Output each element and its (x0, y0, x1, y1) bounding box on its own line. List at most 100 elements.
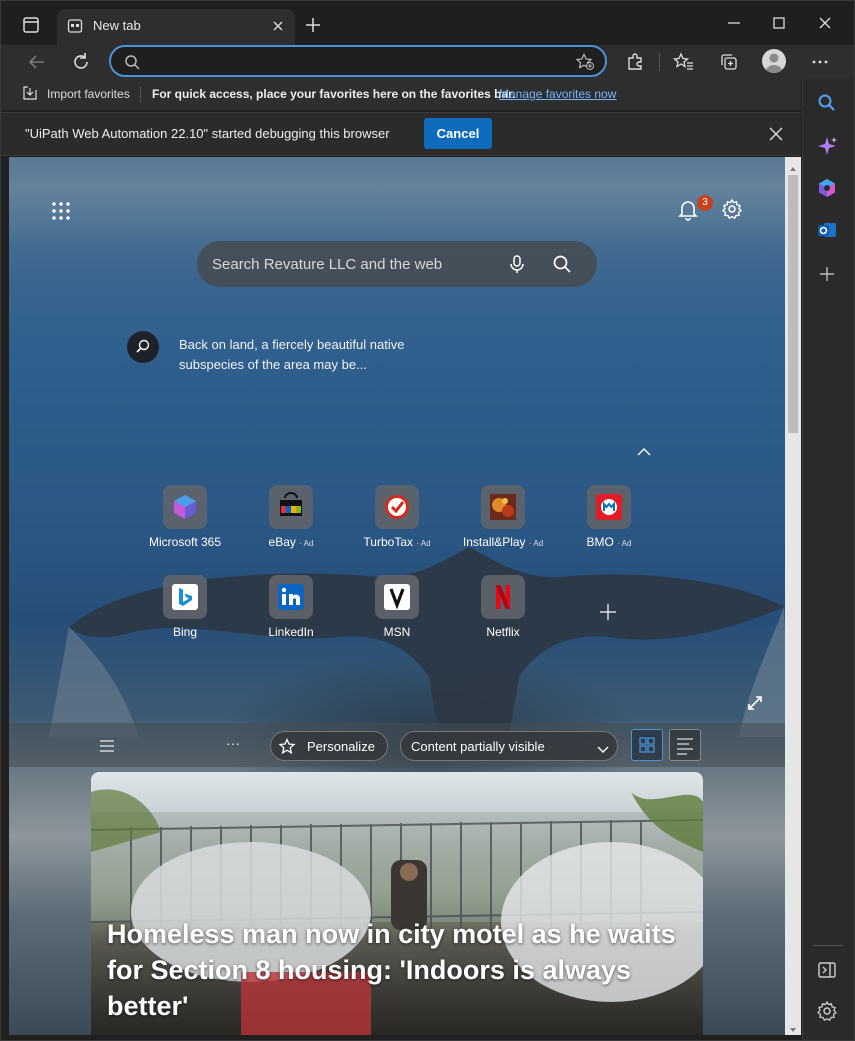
sidebar-settings-gear-icon[interactable] (816, 1000, 838, 1022)
collapse-chevron-up-icon[interactable] (636, 445, 652, 457)
news-card[interactable]: Homeless man now in city motel as he wai… (91, 772, 703, 1035)
close-infobar-icon[interactable] (767, 125, 785, 143)
personalize-button[interactable]: Personalize (270, 731, 388, 761)
chevron-down-icon (597, 742, 609, 753)
install-play-icon (481, 485, 525, 529)
title-bar: New tab (1, 1, 854, 45)
browser-window: New tab Import favorites For quick acces… (0, 0, 855, 1041)
favorites-icon[interactable] (671, 49, 697, 75)
msn-icon (375, 575, 419, 619)
copilot-sparkle-icon[interactable] (816, 135, 838, 157)
favorites-bar: Import favorites For quick access, place… (1, 79, 801, 110)
address-input[interactable] (149, 51, 569, 71)
search-submit-icon[interactable] (551, 253, 573, 275)
maximize-icon[interactable] (767, 11, 791, 35)
web-search-box[interactable]: Search Revature LLC and the web (197, 241, 597, 287)
tile-label: TurboTax · Ad (363, 535, 431, 549)
tile-label: MSN (383, 625, 411, 639)
import-icon (23, 86, 37, 100)
more-options-icon[interactable] (807, 49, 833, 75)
quick-link-linkedin[interactable]: LinkedIn (251, 575, 331, 655)
tile-label: Install&Play · Ad (462, 535, 544, 549)
debugging-infobar: "UiPath Web Automation 22.10" started de… (1, 112, 801, 156)
favorites-bar-message: For quick access, place your favorites h… (152, 87, 516, 101)
minimize-icon[interactable] (722, 11, 746, 35)
page-settings-gear-icon[interactable] (721, 198, 743, 220)
expand-background-icon[interactable] (746, 694, 764, 712)
scroll-down-arrow-icon[interactable] (789, 1021, 797, 1032)
tab-close-icon[interactable] (269, 17, 287, 35)
refresh-icon[interactable] (68, 49, 94, 75)
content-visibility-value: Content partially visible (411, 739, 545, 754)
scrollbar-thumb[interactable] (788, 175, 798, 433)
new-tab-plus-icon[interactable] (303, 15, 323, 35)
tile-label: Bing (172, 625, 198, 639)
notifications-badge: 3 (697, 195, 713, 211)
scroll-up-arrow-icon[interactable] (789, 160, 797, 171)
quick-link-microsoft-365[interactable]: Microsoft 365 (145, 485, 225, 565)
manage-favorites-link[interactable]: Manage favorites now (499, 87, 616, 101)
sidebar-divider (813, 945, 843, 946)
toolbar (1, 45, 854, 79)
image-fact-text[interactable]: Back on land, a fiercely beautiful nativ… (179, 335, 479, 375)
favorites-divider (140, 86, 141, 102)
apps-launcher-icon[interactable] (51, 201, 71, 221)
close-window-icon[interactable] (813, 11, 837, 35)
turbotax-icon (375, 485, 419, 529)
tile-label: BMO · Ad (586, 535, 632, 549)
personalize-star-icon (278, 737, 297, 756)
back-arrow-icon[interactable] (24, 49, 50, 75)
microphone-icon[interactable] (506, 253, 528, 275)
quick-link-bmo[interactable]: BMO · Ad (569, 485, 649, 565)
cancel-debugging-button[interactable]: Cancel (424, 118, 492, 149)
tile-label: eBay · Ad (268, 535, 314, 549)
quick-link-turbotax[interactable]: TurboTax · Ad (357, 485, 437, 565)
search-icon (123, 53, 141, 71)
quick-link-bing[interactable]: Bing (145, 575, 225, 655)
tile-label: LinkedIn (268, 625, 314, 639)
sidebar-search-icon[interactable] (816, 92, 838, 114)
address-bar[interactable] (109, 45, 607, 77)
hide-sidebar-icon[interactable] (816, 959, 838, 981)
add-sidebar-app-plus-icon[interactable] (816, 263, 838, 285)
image-fact-line-2: subspecies of the area may be... (179, 357, 367, 372)
outlook-icon[interactable] (816, 219, 838, 241)
search-placeholder: Search Revature LLC and the web (212, 256, 443, 273)
ebay-icon (269, 485, 313, 529)
extensions-puzzle-icon[interactable] (622, 49, 648, 75)
list-layout-icon[interactable] (669, 729, 701, 761)
page-scrollbar[interactable] (785, 157, 801, 1035)
menu-hamburger-icon[interactable] (99, 739, 115, 752)
collections-icon[interactable] (716, 49, 742, 75)
infobar-message: "UiPath Web Automation 22.10" started de… (25, 126, 390, 141)
office-icon[interactable] (816, 177, 838, 199)
linkedin-icon (269, 575, 313, 619)
bing-icon (163, 575, 207, 619)
add-shortcut-plus-icon[interactable] (597, 601, 619, 623)
tile-label: Microsoft 365 (148, 535, 222, 549)
microsoft-365-icon (163, 485, 207, 529)
personalize-label: Personalize (307, 739, 375, 754)
edge-sidebar (802, 79, 854, 1040)
content-visibility-dropdown[interactable]: Content partially visible (400, 731, 618, 761)
quick-link-ebay[interactable]: eBay · Ad (251, 485, 331, 565)
news-headline[interactable]: Homeless man now in city motel as he wai… (107, 916, 697, 1024)
add-favorite-star-icon[interactable] (575, 53, 595, 71)
grid-layout-icon[interactable] (631, 729, 663, 761)
tab-new-tab[interactable]: New tab (57, 9, 295, 45)
quick-link-install-play[interactable]: Install&Play · Ad (463, 485, 543, 565)
image-fact-line-1: Back on land, a fiercely beautiful nativ… (179, 337, 405, 352)
tile-label: Netflix (486, 625, 520, 639)
tab-title: New tab (93, 18, 141, 33)
quick-link-msn[interactable]: MSN (357, 575, 437, 655)
import-favorites-label: Import favorites (47, 87, 130, 101)
image-info-search-icon[interactable] (127, 331, 159, 363)
tab-actions-icon[interactable] (19, 13, 43, 37)
feed-toolbar: ··· Personalize Content partially visibl… (9, 723, 785, 767)
bmo-icon (587, 485, 631, 529)
toolbar-divider (659, 53, 660, 71)
profile-avatar[interactable] (762, 49, 786, 73)
quick-link-netflix[interactable]: Netflix (463, 575, 543, 655)
feed-more-options[interactable]: ··· (226, 735, 240, 751)
new-tab-page: 3 Search Revature LLC and the web Back o… (9, 157, 785, 1035)
